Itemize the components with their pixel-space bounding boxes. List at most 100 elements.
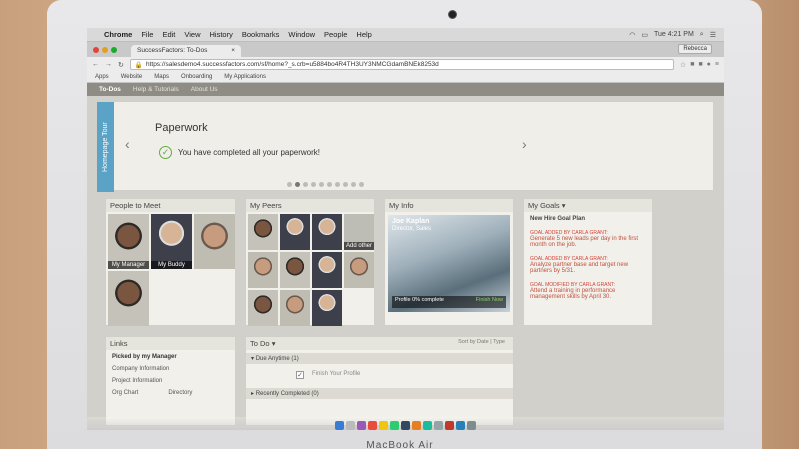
due-anytime-group[interactable]: ▾ Due Anytime (1) [246,353,513,364]
wifi-icon[interactable]: ◠ [629,31,635,39]
chevron-right-icon[interactable]: › [522,136,527,152]
app-icon[interactable] [434,421,443,430]
star-icon[interactable]: ☆ [680,61,686,69]
back-icon[interactable]: ← [92,61,99,68]
carousel-dots [287,182,364,187]
goal-item[interactable]: GOAL ADDED BY CARLA GRANT: Analyze partne… [530,256,646,274]
bookmark-apps[interactable]: Apps [95,74,109,80]
menu-people[interactable]: People [324,30,347,39]
forward-icon[interactable]: → [105,61,112,68]
menu-help[interactable]: Help [356,30,371,39]
peer-photo[interactable] [312,290,342,326]
carousel-dot[interactable] [343,182,348,187]
person-photo[interactable] [108,271,149,326]
carousel-dot[interactable] [327,182,332,187]
profile-button[interactable]: Rebecca [678,44,712,54]
app-icon[interactable] [423,421,432,430]
app-icon[interactable] [412,421,421,430]
menu-app[interactable]: Chrome [104,30,132,39]
carousel-dot[interactable] [295,182,300,187]
goal-plan-title[interactable]: New Hire Goal Plan [530,216,646,222]
menu-file[interactable]: File [141,30,153,39]
nav-about[interactable]: About Us [191,86,218,93]
menu-history[interactable]: History [210,30,233,39]
bookmark-maps[interactable]: Maps [154,74,169,80]
carousel-dot[interactable] [351,182,356,187]
link-company-information[interactable]: Company Information [112,366,229,372]
peer-photo[interactable] [344,252,374,288]
carousel-dot[interactable] [359,182,364,187]
carousel-dot[interactable] [311,182,316,187]
peer-photo[interactable] [312,252,342,288]
chevron-left-icon[interactable]: ‹ [125,136,130,152]
person-photo[interactable]: My Manager [108,214,149,269]
peer-photo[interactable] [248,214,278,250]
app-icon[interactable] [357,421,366,430]
link-directory[interactable]: Directory [168,390,192,396]
card-title[interactable]: My Goals [528,201,560,210]
carousel-dot[interactable] [319,182,324,187]
add-peer-button[interactable]: Add other [344,214,374,250]
person-photo[interactable] [194,214,235,269]
menu-icon[interactable]: ≡ [715,61,719,69]
browser-tab[interactable]: SuccessFactors: To-Dos × [131,45,241,57]
mac-menubar: Chrome File Edit View History Bookmarks … [87,28,724,42]
finder-icon[interactable] [335,421,344,430]
checkbox[interactable]: ✓ [296,371,304,379]
bookmark-website[interactable]: Website [121,74,143,80]
list-icon[interactable]: ☰ [710,31,716,39]
todo-item[interactable]: ✓ Finish Your Profile [246,367,513,385]
extension-icon[interactable]: ■ [698,61,702,69]
goal-item[interactable]: GOAL MODIFIED BY CARLA GRANT: Attend a tr… [530,282,646,300]
close-icon[interactable] [93,47,99,53]
link-project-information[interactable]: Project Information [112,378,229,384]
nav-todos[interactable]: To-Dos [99,86,121,93]
nav-help[interactable]: Help & Tutorials [133,86,179,93]
reload-icon[interactable]: ↻ [118,61,124,69]
carousel-dot[interactable] [335,182,340,187]
app-icon[interactable] [456,421,465,430]
carousel-dot[interactable] [303,182,308,187]
app-icon[interactable] [390,421,399,430]
sort-control[interactable]: Sort by Date | Type [458,339,505,348]
app-icon[interactable] [379,421,388,430]
search-icon[interactable]: ⌕ [700,31,704,39]
zoom-icon[interactable] [111,47,117,53]
menu-window[interactable]: Window [288,30,315,39]
peer-photo[interactable] [280,214,310,250]
peer-photo[interactable] [280,290,310,326]
bookmark-my-applications[interactable]: My Applications [224,74,266,80]
menu-view[interactable]: View [184,30,200,39]
tour-tab[interactable]: Homepage Tour [97,102,114,192]
menu-bookmarks[interactable]: Bookmarks [242,30,280,39]
url-field[interactable]: 🔒 https://salesdemo4.successfactors.com/… [129,59,674,70]
peer-photo[interactable] [248,252,278,288]
app-icon[interactable] [368,421,377,430]
bookmark-onboarding[interactable]: Onboarding [181,74,212,80]
person-photo[interactable]: My Buddy [151,214,192,269]
link-org-chart[interactable]: Org Chart [112,390,138,396]
extension-icon[interactable]: ● [707,61,711,69]
app-icon[interactable] [346,421,355,430]
goal-item[interactable]: GOAL ADDED BY CARLA GRANT: Generate 5 new… [530,230,646,248]
peer-photo[interactable] [280,252,310,288]
close-tab-icon[interactable]: × [231,47,235,55]
peer-photo[interactable] [312,214,342,250]
chevron-right-icon: ▸ [251,391,255,397]
extension-icon[interactable]: ■ [690,61,694,69]
carousel-dot[interactable] [287,182,292,187]
chevron-down-icon[interactable]: ▾ [562,201,566,210]
peer-photo[interactable] [248,290,278,326]
recently-completed-group[interactable]: ▸ Recently Completed (0) [246,388,513,399]
trash-icon[interactable] [467,421,476,430]
profile-background[interactable]: Joe Kaplan Director, Sales Profile 0% co… [388,215,510,312]
card-title[interactable]: To Do [250,339,270,348]
app-icon[interactable] [401,421,410,430]
battery-icon[interactable]: ▭ [641,31,648,39]
finish-now-link[interactable]: Finish Now [476,297,503,307]
minimize-icon[interactable] [102,47,108,53]
app-icon[interactable] [445,421,454,430]
clock[interactable]: Tue 4:21 PM [654,31,694,39]
menu-edit[interactable]: Edit [162,30,175,39]
chevron-down-icon[interactable]: ▾ [272,339,276,348]
